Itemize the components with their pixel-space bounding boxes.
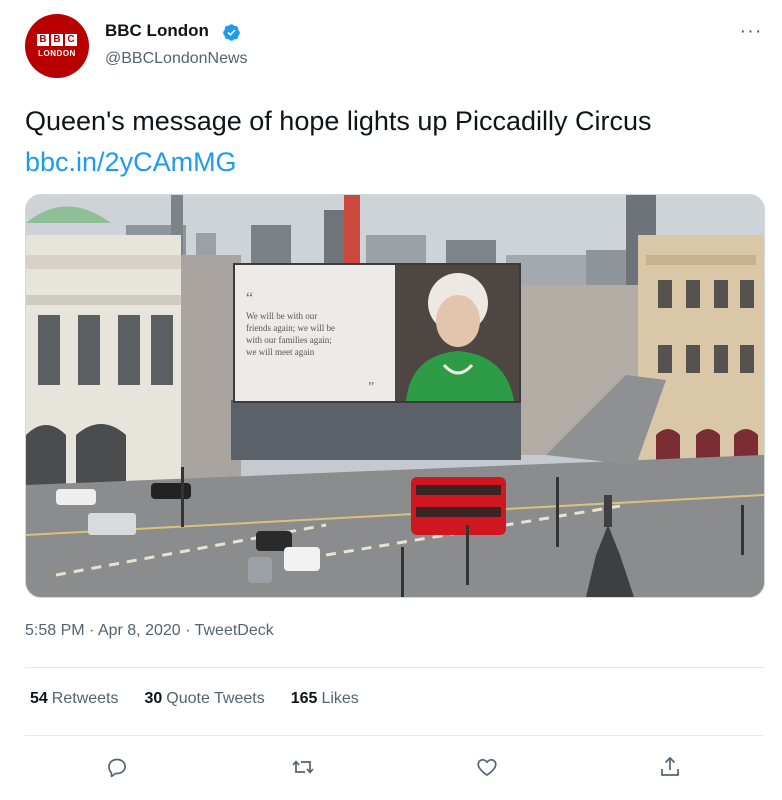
likes-label: Likes (321, 690, 359, 707)
quote-tweets-label: Quote Tweets (166, 690, 265, 707)
avatar-sub-label: LONDON (38, 49, 76, 58)
billboard-quote-line-2: friends again; we will be (246, 323, 335, 333)
reply-button[interactable] (101, 751, 133, 783)
quote-tweets-count: 30 (144, 690, 163, 707)
like-button[interactable] (471, 751, 503, 783)
tweet-card: B B C LONDON BBC London @BBCLondonNews ·… (0, 0, 782, 800)
engagement-stats: 54 Retweets 30 Quote Tweets 165 Likes (30, 690, 385, 708)
billboard-quote-line-4: we will meet again (246, 347, 315, 357)
tweet-actions (25, 745, 763, 789)
svg-text:”: ” (368, 380, 374, 395)
timestamp-date: Apr 8, 2020 (97, 622, 181, 639)
quote-tweets-stat[interactable]: 30 Quote Tweets (145, 690, 265, 708)
bbc-logo-letter-b1: B (37, 34, 49, 46)
tweet-timestamp[interactable]: 5:58 PM · Apr 8, 2020 · TweetDeck (25, 622, 274, 640)
billboard-quote-line-1: We will be with our (246, 311, 317, 321)
like-icon (477, 758, 497, 776)
avatar[interactable]: B B C LONDON (25, 14, 89, 78)
bbc-logo-letter-c: C (65, 34, 77, 46)
tweet-source[interactable]: TweetDeck (195, 622, 274, 639)
retweets-count: 54 (30, 690, 48, 707)
more-options-button[interactable]: ··· (738, 18, 764, 44)
timestamp-separator: · (84, 622, 98, 639)
retweets-stat[interactable]: 54 Retweets (30, 690, 119, 708)
share-icon (661, 756, 679, 776)
bbc-logo-letter-b2: B (51, 34, 63, 46)
timestamp-separator: · (180, 622, 195, 639)
more-icon: ··· (739, 19, 763, 42)
divider (25, 735, 763, 736)
user-handle[interactable]: @BBCLondonNews (105, 50, 248, 68)
billboard-quote-line-3: with our families again; (246, 335, 332, 345)
share-button[interactable] (654, 751, 686, 783)
retweet-icon (292, 760, 314, 774)
display-name[interactable]: BBC London (105, 21, 209, 41)
likes-stat[interactable]: 165 Likes (291, 690, 359, 708)
divider (25, 667, 763, 668)
tweet-link[interactable]: bbc.in/2yCAmMG (25, 145, 237, 179)
retweets-label: Retweets (51, 690, 119, 707)
bbc-logo: B B C (37, 34, 77, 46)
piccadilly-circus-photo: “ We will be with our friends again; we … (26, 195, 764, 597)
verified-badge-icon (223, 24, 240, 41)
tweet-text: Queen's message of hope lights up Piccad… (25, 106, 652, 136)
likes-count: 165 (290, 690, 318, 707)
reply-icon (108, 758, 126, 778)
svg-text:“: “ (246, 290, 253, 307)
timestamp-time: 5:58 PM (25, 622, 85, 639)
tweet-image[interactable]: “ We will be with our friends again; we … (25, 194, 765, 598)
retweet-button[interactable] (287, 751, 319, 783)
